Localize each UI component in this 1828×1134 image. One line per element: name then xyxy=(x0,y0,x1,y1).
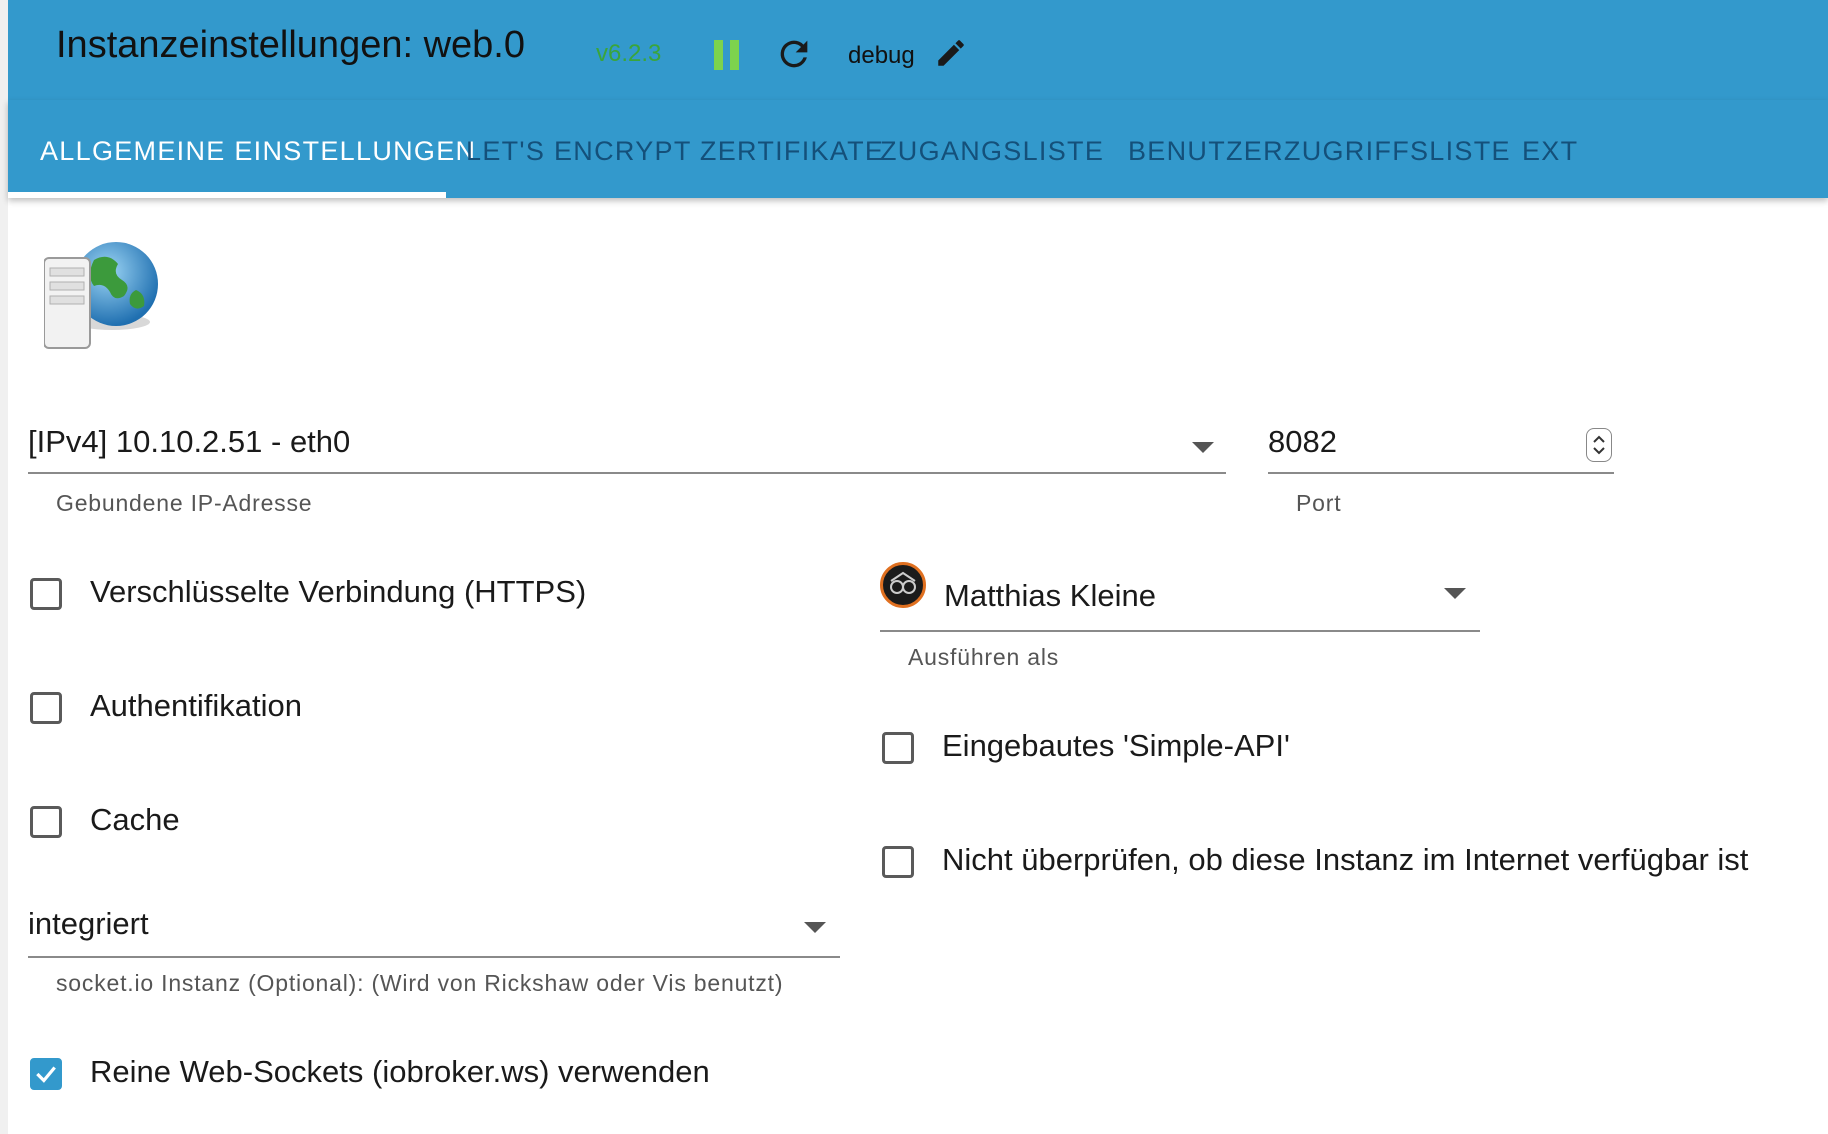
socketio-select[interactable] xyxy=(28,900,840,958)
web-adapter-logo xyxy=(44,242,158,349)
port-value: 8082 xyxy=(1268,424,1337,459)
simple-api-checkbox[interactable] xyxy=(882,732,914,764)
pure-websockets-checkbox[interactable] xyxy=(30,1058,62,1090)
page-title: Instanzeinstellungen: web.0 xyxy=(56,24,525,66)
reload-icon[interactable] xyxy=(774,34,814,74)
version-label: v6.2.3 xyxy=(596,40,662,67)
chevron-down-icon[interactable] xyxy=(804,922,826,933)
simple-api-label: Eingebautes 'Simple-API' xyxy=(942,728,1290,763)
run-as-value: Matthias Kleine xyxy=(944,578,1156,613)
chevron-down-icon[interactable] xyxy=(1444,588,1466,599)
active-tab-indicator xyxy=(8,192,446,198)
socketio-value: integriert xyxy=(28,906,149,941)
bind-ip-value: [IPv4] 10.10.2.51 - eth0 xyxy=(28,424,351,459)
port-helper: Port xyxy=(1296,490,1342,516)
cache-checkbox[interactable] xyxy=(30,806,62,838)
tab-ext[interactable]: EXT xyxy=(1522,136,1578,167)
check-icon xyxy=(36,1066,56,1083)
tab-user-access-list[interactable]: BENUTZERZUGRIFFSLISTE xyxy=(1128,136,1511,167)
pause-icon[interactable] xyxy=(714,40,740,70)
tab-general-settings[interactable]: ALLGEMEINE EINSTELLUNGEN xyxy=(40,136,476,167)
tab-access-list[interactable]: ZUGANGSLISTE xyxy=(880,136,1104,167)
pure-websockets-label: Reine Web-Sockets (iobroker.ws) verwende… xyxy=(90,1054,710,1089)
stepper-arrows-icon xyxy=(1593,435,1605,455)
auth-label: Authentifikation xyxy=(90,688,302,723)
cache-label: Cache xyxy=(90,802,180,837)
run-as-helper: Ausführen als xyxy=(908,644,1060,670)
auth-checkbox[interactable] xyxy=(30,692,62,724)
port-stepper[interactable] xyxy=(1586,428,1612,462)
socketio-helper: socket.io Instanz (Optional): (Wird von … xyxy=(56,970,784,996)
https-checkbox[interactable] xyxy=(30,578,62,610)
bind-ip-helper: Gebundene IP-Adresse xyxy=(56,490,313,516)
no-internet-check-label: Nicht überprüfen, ob diese Instanz im In… xyxy=(942,842,1749,877)
log-level-label: debug xyxy=(848,42,915,69)
chevron-down-icon[interactable] xyxy=(1192,442,1214,453)
tab-bar: ALLGEMEINE EINSTELLUNGEN LET'S ENCRYPT Z… xyxy=(8,100,1828,198)
window-edge xyxy=(0,0,8,1134)
edit-icon[interactable] xyxy=(934,36,968,70)
https-label: Verschlüsselte Verbindung (HTTPS) xyxy=(90,574,587,609)
tab-lets-encrypt[interactable]: LET'S ENCRYPT ZERTIFIKATE xyxy=(466,136,884,167)
dialog-header: Instanzeinstellungen: web.0 v6.2.3 debug xyxy=(8,0,1828,100)
no-internet-check-checkbox[interactable] xyxy=(882,846,914,878)
